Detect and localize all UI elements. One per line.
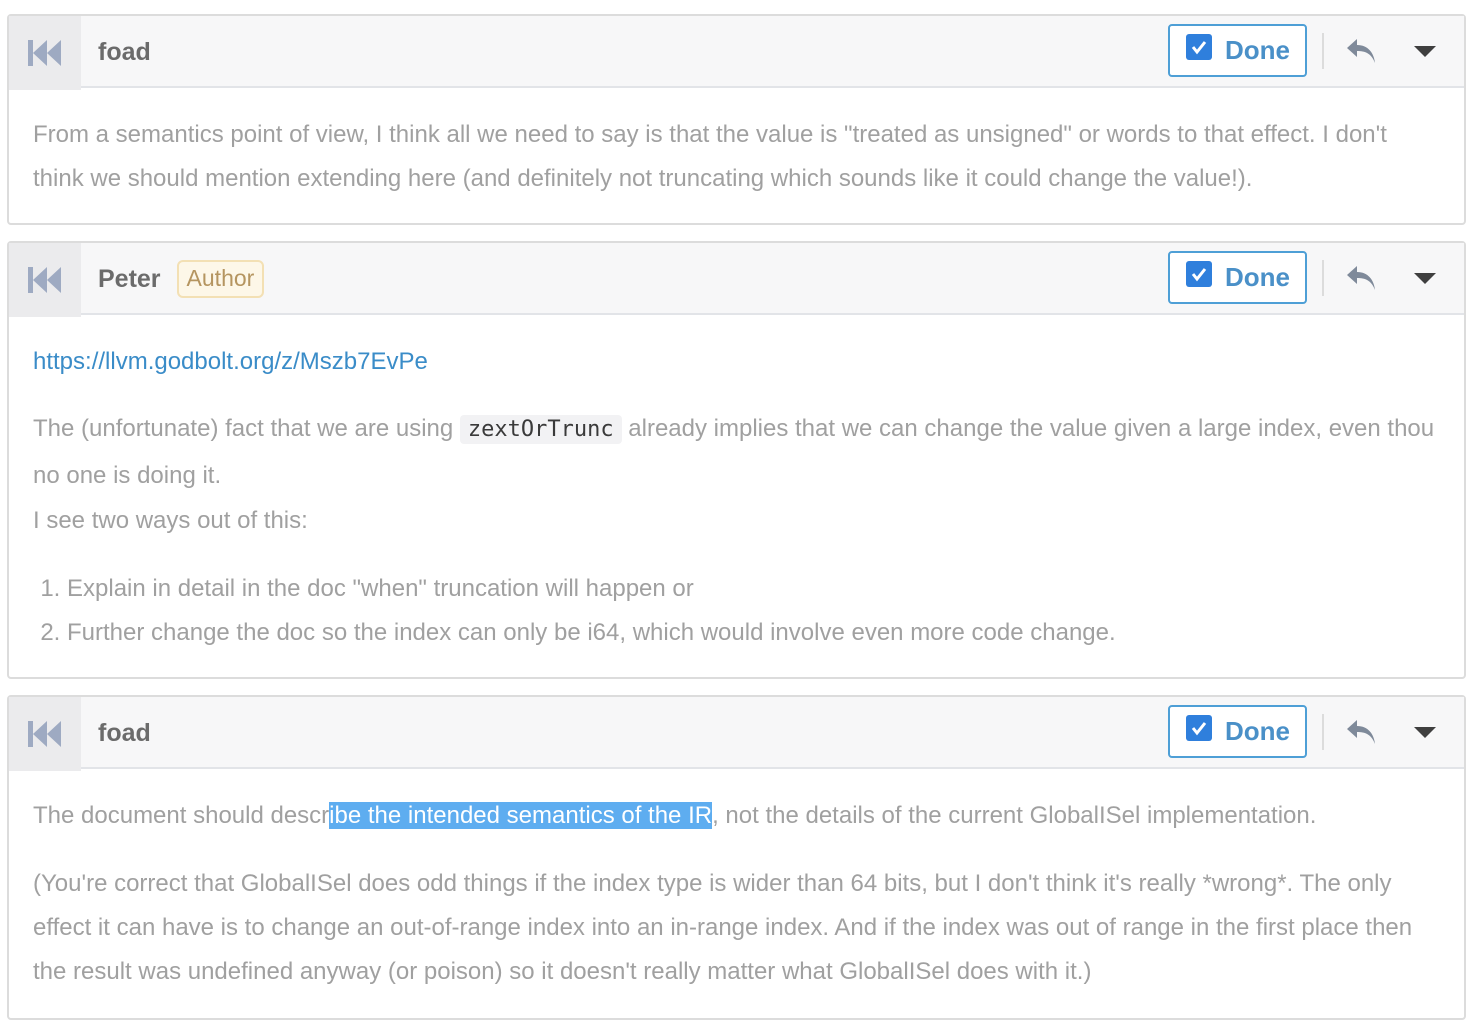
author-name[interactable]: foad bbox=[98, 719, 151, 748]
selected-text: ibe the intended semantics of the IR bbox=[329, 802, 713, 829]
text-before-code: The (unfortunate) fact that we are using bbox=[33, 415, 460, 442]
comment-thread-item: Peter Author Done https://llvm.godbolt.o… bbox=[7, 241, 1466, 679]
options-list: Explain in detail in the doc "when" trun… bbox=[67, 567, 1444, 655]
comment-author[interactable]: foad bbox=[98, 16, 151, 88]
comment-author[interactable]: foad bbox=[98, 697, 151, 769]
chevron-down-icon[interactable] bbox=[1407, 40, 1443, 64]
list-item: Further change the doc so the index can … bbox=[67, 611, 1444, 655]
author-name[interactable]: foad bbox=[98, 38, 151, 67]
chevron-down-icon[interactable] bbox=[1407, 267, 1443, 291]
divider bbox=[1322, 33, 1324, 69]
reply-icon[interactable] bbox=[1341, 714, 1381, 750]
comment-text: (You're correct that GlobalISel does odd… bbox=[33, 870, 1413, 985]
inline-code: zextOrTrunc bbox=[459, 415, 622, 444]
reply-icon[interactable] bbox=[1341, 260, 1381, 296]
comment-link-paragraph: https://llvm.godbolt.org/z/Mszb7EvPe bbox=[33, 340, 1444, 384]
comment-author[interactable]: Peter Author bbox=[98, 243, 265, 315]
done-button[interactable]: Done bbox=[1168, 24, 1307, 77]
done-label: Done bbox=[1225, 716, 1290, 746]
comment-thread-item: foad Done The document should describe t… bbox=[7, 695, 1466, 1020]
comment-text: I see two ways out of this: bbox=[33, 507, 308, 534]
jump-to-start-icon[interactable] bbox=[9, 243, 81, 317]
done-label: Done bbox=[1225, 262, 1290, 292]
done-button[interactable]: Done bbox=[1168, 705, 1307, 758]
list-item: Explain in detail in the doc "when" trun… bbox=[67, 567, 1444, 611]
comment-header: foad Done bbox=[9, 697, 1464, 771]
done-label: Done bbox=[1225, 35, 1290, 65]
comment-text: The document should describe the intende… bbox=[33, 794, 1444, 838]
text-before-selection: The document should descr bbox=[33, 802, 330, 829]
chevron-down-icon[interactable] bbox=[1407, 721, 1443, 745]
comment-body: https://llvm.godbolt.org/z/Mszb7EvPe The… bbox=[33, 340, 1444, 655]
comment-thread-item: foad Done From a semantics point of view… bbox=[7, 14, 1466, 225]
reply-icon[interactable] bbox=[1341, 33, 1381, 69]
godbolt-link[interactable]: https://llvm.godbolt.org/z/Mszb7EvPe bbox=[33, 348, 428, 375]
checkbox-checked-icon[interactable] bbox=[1186, 260, 1212, 287]
text-after-selection: , not the details of the current GlobalI… bbox=[712, 802, 1317, 829]
comment-body: From a semantics point of view, I think … bbox=[33, 113, 1444, 201]
comment-header: foad Done bbox=[9, 16, 1464, 90]
comment-header: Peter Author Done bbox=[9, 243, 1464, 317]
author-name[interactable]: Peter bbox=[98, 265, 161, 294]
author-badge: Author bbox=[176, 260, 265, 298]
done-button[interactable]: Done bbox=[1168, 251, 1307, 304]
comment-text: The (unfortunate) fact that we are using… bbox=[33, 406, 1444, 499]
comment-text: From a semantics point of view, I think … bbox=[33, 121, 1387, 192]
divider bbox=[1322, 714, 1324, 750]
checkbox-checked-icon[interactable] bbox=[1186, 714, 1212, 741]
jump-to-start-icon[interactable] bbox=[9, 697, 81, 771]
divider bbox=[1322, 260, 1324, 296]
checkbox-checked-icon[interactable] bbox=[1186, 33, 1212, 60]
jump-to-start-icon[interactable] bbox=[9, 16, 81, 90]
comment-body: The document should describe the intende… bbox=[33, 794, 1444, 994]
